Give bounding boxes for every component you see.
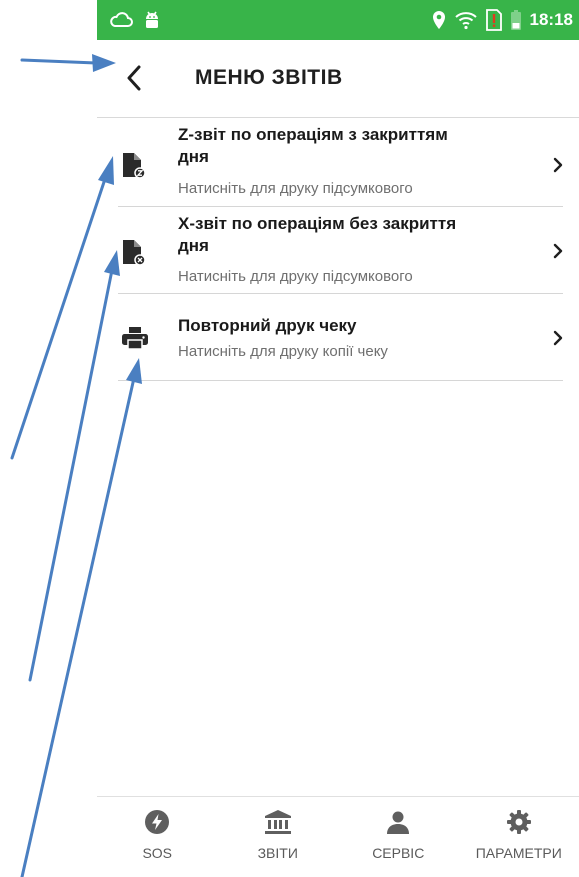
menu-item-subtitle: Натисніть для друку підсумкового bbox=[178, 268, 413, 285]
menu-item-title: Z-звіт по операціям з закриттям дня bbox=[178, 125, 448, 166]
bottom-nav: SOS ЗВІТИ СЕРВІС ПАРАМЕТРИ bbox=[97, 797, 579, 877]
lightning-icon bbox=[144, 809, 170, 839]
menu-item-reprint[interactable]: Повторний друк чеку Натисніть для друку … bbox=[97, 294, 579, 381]
nav-settings[interactable]: ПАРАМЕТРИ bbox=[459, 797, 579, 877]
x-report-icon bbox=[121, 239, 147, 271]
menu-item-x-report[interactable]: X-звіт по операціям без закриття дня Нат… bbox=[97, 207, 579, 294]
nav-service[interactable]: СЕРВІС bbox=[338, 797, 459, 877]
chevron-right-icon bbox=[551, 242, 565, 260]
menu-item-subtitle: Натисніть для друку копії чеку bbox=[178, 343, 388, 360]
battery-icon bbox=[510, 9, 522, 31]
app-bar: МЕНЮ ЗВІТІВ bbox=[97, 40, 579, 116]
nav-reports[interactable]: ЗВІТИ bbox=[218, 797, 339, 877]
nav-label: ПАРАМЕТРИ bbox=[475, 845, 562, 861]
chevron-right-icon bbox=[551, 329, 565, 347]
wifi-icon bbox=[454, 10, 478, 30]
page-title: МЕНЮ ЗВІТІВ bbox=[195, 66, 343, 89]
z-report-icon bbox=[121, 152, 147, 184]
status-time: 18:18 bbox=[529, 10, 573, 29]
menu-item-z-report[interactable]: Z-звіт по операціям з закриттям дня Нати… bbox=[97, 118, 579, 207]
nav-label: СЕРВІС bbox=[372, 845, 425, 861]
bank-icon bbox=[264, 809, 292, 839]
menu-item-title: X-звіт по операціям без закриття дня bbox=[178, 214, 457, 255]
menu-divider bbox=[118, 380, 563, 381]
chevron-left-icon bbox=[121, 65, 149, 98]
nav-sos[interactable]: SOS bbox=[97, 797, 218, 877]
cloud-icon bbox=[109, 10, 133, 30]
location-icon bbox=[432, 10, 446, 30]
android-icon bbox=[143, 9, 161, 31]
person-icon bbox=[385, 809, 411, 839]
menu-item-title: Повторний друк чеку bbox=[178, 316, 357, 335]
status-bar: 18:18 bbox=[97, 0, 579, 40]
phone-screen: 18:18 МЕНЮ ЗВІТІВ Z-звіт по операціям з … bbox=[97, 0, 579, 877]
nav-label: ЗВІТИ bbox=[257, 845, 298, 861]
sim-alert-icon bbox=[485, 9, 502, 31]
gear-icon bbox=[506, 809, 532, 839]
nav-label: SOS bbox=[142, 845, 173, 861]
menu-item-subtitle: Натисніть для друку підсумкового bbox=[178, 180, 413, 197]
printer-icon bbox=[121, 326, 149, 354]
back-button[interactable] bbox=[121, 62, 149, 94]
chevron-right-icon bbox=[551, 156, 565, 174]
